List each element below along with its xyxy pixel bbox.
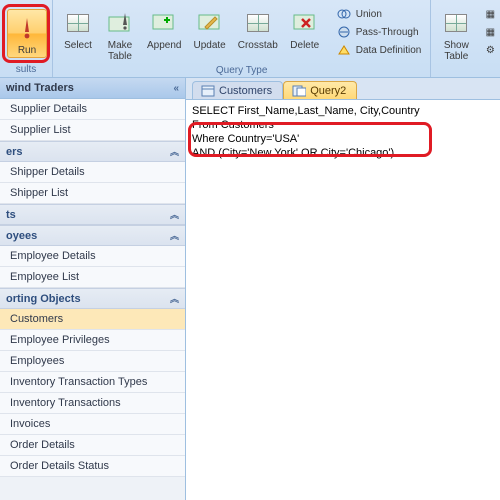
nav-list: Supplier DetailsSupplier Listers︽Shipper…	[0, 99, 185, 477]
tab-customers[interactable]: Customers	[192, 81, 283, 99]
nav-item[interactable]: Employee Privileges	[0, 330, 185, 351]
sql-line-1: SELECT First_Name,Last_Name, City,Countr…	[192, 104, 494, 118]
make-table-label: Make Table	[108, 40, 132, 62]
datadef-label: Data Definition	[356, 45, 422, 56]
main-pane: Customers Query2 SELECT First_Name,Last_…	[186, 78, 500, 500]
select-icon	[63, 8, 93, 38]
nav-item[interactable]: Supplier List	[0, 120, 185, 141]
select-label: Select	[64, 40, 92, 51]
collapse-icon: ︽	[170, 229, 179, 242]
nav-item[interactable]: Employee Details	[0, 246, 185, 267]
collapse-icon: ︽	[170, 292, 179, 305]
append-icon	[149, 8, 179, 38]
nav-item[interactable]: Inventory Transaction Types	[0, 372, 185, 393]
group-title-querytype: Query Type	[57, 65, 426, 76]
nav-group[interactable]: oyees︽	[0, 225, 185, 246]
ribbon-group-querytype: Select Make Table Append Update	[52, 0, 430, 77]
datadef-button[interactable]: Data Definition	[333, 42, 425, 58]
exclamation-icon	[12, 13, 42, 43]
datadef-icon	[336, 43, 352, 57]
nav-item[interactable]: Shipper List	[0, 183, 185, 204]
showhide-list: ▦ Insert ▦ Delete ⚙ Builde	[477, 4, 500, 58]
tab-customers-label: Customers	[219, 85, 272, 97]
tab-query2[interactable]: Query2	[283, 81, 357, 99]
collapse-icon: ︽	[170, 208, 179, 221]
crosstab-button[interactable]: Crosstab	[232, 4, 284, 53]
ribbon: Run sults Select Make Table Append	[0, 0, 500, 78]
document-tabbar: Customers Query2	[186, 78, 500, 100]
append-label: Append	[147, 40, 181, 51]
run-label: Run	[18, 45, 36, 56]
ribbon-group-showhide: Show Table ▦ Insert ▦ Delete ⚙ Builde	[430, 0, 500, 77]
deleterows-icon: ▦	[482, 25, 498, 39]
passthrough-icon	[336, 25, 352, 39]
deleterows-button[interactable]: ▦ Delete	[479, 24, 500, 40]
crosstab-icon	[243, 8, 273, 38]
showtable-button[interactable]: Show Table	[435, 4, 477, 64]
run-button[interactable]: Run	[7, 9, 47, 58]
showtable-label: Show Table	[444, 40, 469, 62]
update-label: Update	[193, 40, 225, 51]
passthrough-button[interactable]: Pass-Through	[333, 24, 425, 40]
chevron-down-icon: «	[173, 83, 179, 94]
select-button[interactable]: Select	[57, 4, 99, 53]
navigation-pane: wind Traders « Supplier DetailsSupplier …	[0, 78, 186, 500]
update-button[interactable]: Update	[187, 4, 231, 53]
delete-label: Delete	[290, 40, 319, 51]
delete-icon	[290, 8, 320, 38]
nav-title-text: wind Traders	[6, 82, 74, 94]
nav-item[interactable]: Customers	[0, 309, 185, 330]
update-icon	[195, 8, 225, 38]
nav-item[interactable]: Invoices	[0, 414, 185, 435]
query-icon	[292, 85, 306, 97]
sql-editor[interactable]: SELECT First_Name,Last_Name, City,Countr…	[186, 100, 500, 500]
insert-icon: ▦	[482, 7, 498, 21]
advanced-query-list: Union Pass-Through Data Definition	[331, 4, 427, 58]
ribbon-group-results: Run sults	[0, 0, 52, 77]
nav-item[interactable]: Supplier Details	[0, 99, 185, 120]
delete-button[interactable]: Delete	[284, 4, 326, 53]
nav-item[interactable]: Shipper Details	[0, 162, 185, 183]
nav-group[interactable]: orting Objects︽	[0, 288, 185, 309]
nav-group[interactable]: ers︽	[0, 141, 185, 162]
nav-item[interactable]: Employees	[0, 351, 185, 372]
tab-query2-label: Query2	[310, 85, 346, 97]
nav-item[interactable]: Employee List	[0, 267, 185, 288]
nav-item[interactable]: Inventory Transactions	[0, 393, 185, 414]
make-table-button[interactable]: Make Table	[99, 4, 141, 64]
union-icon	[336, 7, 352, 21]
app-root: { "ribbon": { "results": { "title": "sul…	[0, 0, 500, 500]
nav-group[interactable]: ts︽	[0, 204, 185, 225]
append-button[interactable]: Append	[141, 4, 187, 53]
union-button[interactable]: Union	[333, 6, 425, 22]
make-table-icon	[105, 8, 135, 38]
union-label: Union	[356, 9, 382, 20]
table-icon	[201, 85, 215, 97]
nav-item[interactable]: Order Details	[0, 435, 185, 456]
crosstab-label: Crosstab	[238, 40, 278, 51]
query-type-buttons: Select Make Table Append Update	[57, 4, 426, 64]
showtable-icon	[441, 8, 471, 38]
builder-icon: ⚙	[482, 43, 498, 57]
nav-title-bar[interactable]: wind Traders «	[0, 78, 185, 99]
sql-highlight	[188, 122, 432, 157]
insertrows-button[interactable]: ▦ Insert	[479, 6, 500, 22]
nav-item[interactable]: Order Details Status	[0, 456, 185, 477]
group-title-results: sults	[2, 64, 50, 75]
body: wind Traders « Supplier DetailsSupplier …	[0, 78, 500, 500]
builder-button[interactable]: ⚙ Builde	[479, 42, 500, 58]
run-highlight: Run	[2, 4, 50, 63]
passthrough-label: Pass-Through	[356, 27, 419, 38]
collapse-icon: ︽	[170, 145, 179, 158]
